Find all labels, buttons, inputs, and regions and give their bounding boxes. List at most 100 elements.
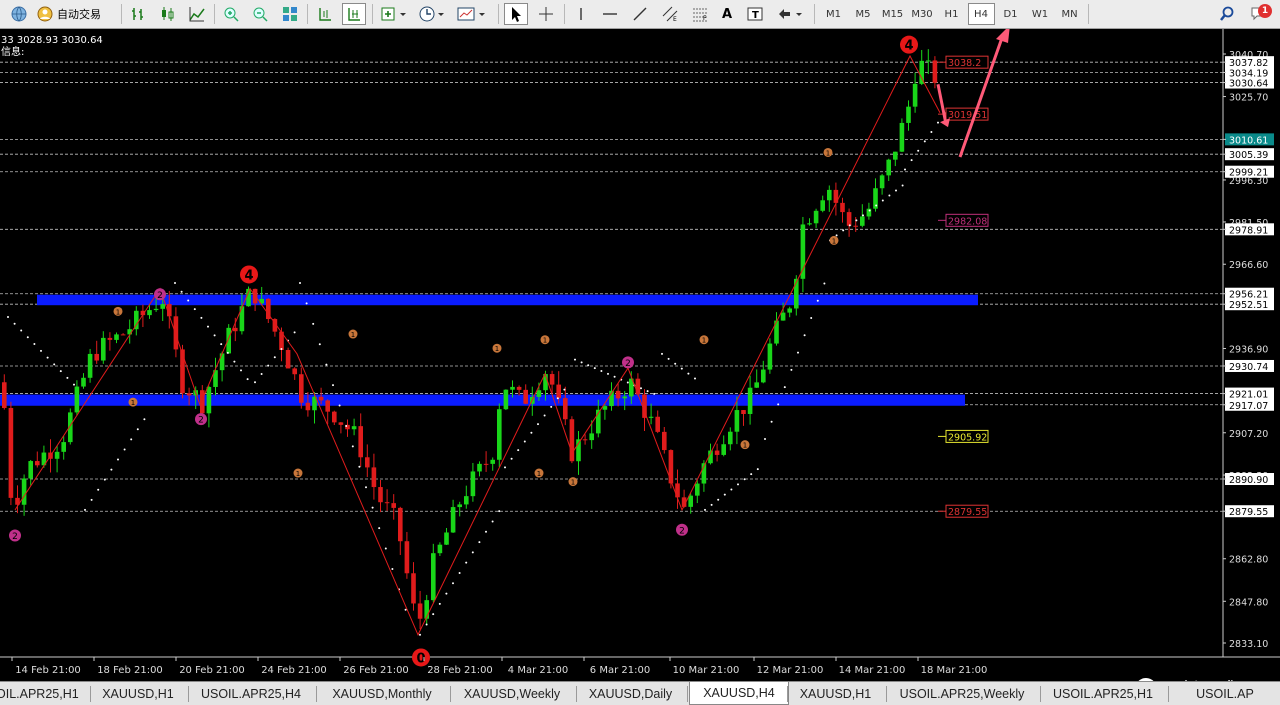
time-axis-label: 26 Feb 21:00 [343,665,409,676]
candle-body [437,544,443,554]
sar-dot [452,582,454,585]
wave-marker-4-label: 4 [244,268,253,283]
sar-dot [404,608,407,611]
arrow-up-head [996,25,1010,43]
chart-tab[interactable]: XAUUSD,H4 [689,682,789,705]
sar-dot [895,189,897,192]
wave-marker-minor-label: 1 [131,399,135,407]
sar-dot [97,488,100,491]
candle-body [602,406,608,410]
candle-body [728,431,733,445]
chart-tab[interactable]: OIL.APR25,H1 [0,684,86,704]
timeframe-h4[interactable]: H4 [967,3,995,25]
candle-body [846,212,852,226]
horizontal-line-icon[interactable] [598,3,622,25]
sar-dot [7,316,9,319]
price-axis-label: 3010.61 [1229,135,1268,146]
vertical-line-icon[interactable] [570,3,592,25]
chart-tab[interactable]: USOIL.APR25,Weekly [888,684,1036,704]
sar-dot [90,498,93,501]
candle-body [404,541,410,574]
sar-dot [123,448,126,451]
chart-tab[interactable]: USOIL.APR25,H1 [1042,684,1164,704]
timeframe-mn[interactable]: MN [1056,3,1083,25]
chart-tab[interactable]: XAUUSD,Weekly [452,684,572,704]
sar-dot [717,498,720,501]
text-label-icon[interactable]: T [744,3,766,25]
sar-dot [803,334,806,337]
chart-tab[interactable]: USOIL.APR25,H4 [190,684,312,704]
candle-body [800,224,806,279]
chart-tab[interactable]: XAUUSD,Monthly [318,684,446,704]
timeframe-w1[interactable]: W1 [1027,3,1054,25]
timeframe-m30[interactable]: M30 [909,3,936,25]
chart-shift-icon[interactable] [313,3,337,25]
equidistant-channel-icon[interactable]: E [658,3,682,25]
sar-dot [365,486,367,489]
candle-body [754,382,759,388]
timeframe-m1[interactable]: M1 [820,3,847,25]
sar-dot [574,358,576,361]
chart-tab[interactable]: XAUUSD,H1 [789,684,882,704]
periods-dropdown-icon[interactable] [416,3,448,25]
sar-dot [653,392,656,395]
candle-body [173,316,179,350]
tile-windows-icon[interactable] [279,3,301,25]
trendline-icon[interactable] [628,3,652,25]
chart-tab[interactable]: XAUUSD,H1 [92,684,184,704]
sar-dot [110,468,113,471]
candle-body [147,310,152,316]
globe-icon[interactable] [8,3,30,25]
sar-dot [174,281,176,284]
chart-tabs: OIL.APR25,H1 XAUUSD,H1 USOIL.APR25,H4 XAUUS… [0,681,1280,705]
candle-body [2,382,7,409]
candle-body [912,83,918,107]
zoom-in-icon[interactable] [220,3,242,25]
autoscroll-icon[interactable] [342,3,366,25]
timeframe-h1[interactable]: H1 [938,3,965,25]
notifications-button[interactable]: 1 [1248,3,1274,25]
chart-canvas: 3038.2 3019.51 2982.08 2905.92 2879.55 1 1 1 1 1 1… [0,25,1280,676]
level-label: 2879.55 [948,507,987,518]
wave-marker-2-label: 2 [12,532,18,542]
line-chart-icon[interactable] [186,3,208,25]
sar-dot [835,234,838,237]
chart-tab[interactable]: XAUUSD,Daily [578,684,683,704]
candle-body [932,60,938,83]
timeframe-d1[interactable]: D1 [997,3,1024,25]
sar-dot [478,541,481,544]
candlestick-chart-icon[interactable] [156,3,178,25]
text-tool-icon[interactable]: A [716,3,738,25]
sar-dot [432,613,435,616]
sar-dot [607,372,609,375]
crosshair-icon[interactable] [534,3,558,25]
indicators-dropdown-icon[interactable] [378,3,410,25]
bar-chart-icon[interactable] [128,3,150,25]
candle-body [926,60,931,62]
chart-tab[interactable]: USOIL.AP [1170,684,1280,704]
candle-body [510,386,515,390]
zoom-out-icon[interactable] [249,3,271,25]
candle-body [153,308,159,311]
sar-dot [842,229,845,232]
time-axis-label: 14 Feb 21:00 [15,665,81,676]
timeframe-m5[interactable]: M5 [850,3,877,25]
candle-body [35,461,40,466]
candle-body [556,384,561,399]
sar-dot [299,281,301,284]
search-icon[interactable] [1216,3,1238,25]
sar-dot [53,363,56,366]
candle-body [563,398,568,420]
cursor-icon[interactable] [504,3,528,25]
price-axis-label: 3025.70 [1229,93,1268,104]
price-chart[interactable]: 3038.2 3019.51 2982.08 2905.92 2879.55 1 1 1 1 1 1… [0,25,1280,701]
fibonacci-icon[interactable]: F [688,3,712,25]
timeframe-m15[interactable]: M15 [879,3,906,25]
candle-body [761,369,766,383]
candle-body [186,393,192,396]
candle-body [411,573,416,604]
templates-dropdown-icon[interactable] [454,3,490,25]
price-axis-label: 2917.07 [1229,401,1268,412]
autotrade-button[interactable]: 自动交易 [34,3,116,25]
arrows-dropdown-icon[interactable] [774,3,806,25]
